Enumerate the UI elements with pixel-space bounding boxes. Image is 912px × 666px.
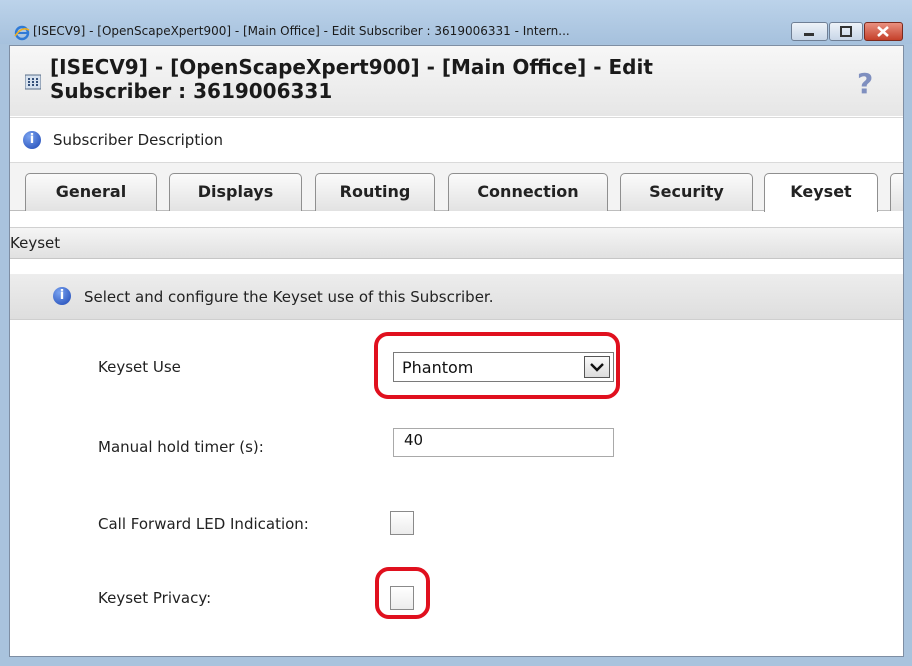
tab-connection[interactable]: Connection	[448, 173, 608, 211]
description-bar: i Subscriber Description	[10, 117, 903, 163]
highlight-keyset-privacy	[375, 567, 430, 619]
description-label: Subscriber Description	[53, 131, 224, 149]
tab-security[interactable]: Security	[620, 173, 753, 211]
page-title: [ISECV9] - [OpenScapeXpert900] - [Main O…	[50, 55, 653, 103]
help-button[interactable]: ?	[857, 67, 873, 100]
close-button[interactable]	[864, 22, 903, 41]
section-header: Keyset	[10, 227, 903, 259]
maximize-button[interactable]	[829, 22, 863, 41]
manual-hold-timer-label: Manual hold timer (s):	[98, 438, 264, 456]
internet-explorer-icon	[14, 25, 30, 41]
dialog-content: [ISECV9] - [OpenScapeXpert900] - [Main O…	[9, 45, 904, 657]
tab-general[interactable]: General	[25, 173, 157, 211]
manual-hold-timer-value: 40	[404, 431, 424, 449]
window-title: [ISECV9] - [OpenScapeXpert900] - [Main O…	[33, 24, 570, 38]
call-forward-led-label: Call Forward LED Indication:	[98, 515, 309, 533]
browser-window: [ISECV9] - [OpenScapeXpert900] - [Main O…	[0, 0, 912, 666]
tab-routing[interactable]: Routing	[315, 173, 435, 211]
info-icon: i	[23, 131, 41, 149]
dialog-header: [ISECV9] - [OpenScapeXpert900] - [Main O…	[10, 46, 903, 116]
title-bar: [ISECV9] - [OpenScapeXpert900] - [Main O…	[0, 0, 912, 44]
manual-hold-timer-input[interactable]: 40	[393, 428, 614, 457]
tab-more[interactable]	[890, 173, 903, 211]
minimize-button[interactable]	[791, 22, 828, 41]
info-text: Select and configure the Keyset use of t…	[84, 288, 494, 306]
maximize-icon	[840, 26, 852, 37]
tab-keyset[interactable]: Keyset	[764, 173, 878, 212]
info-icon: i	[53, 287, 71, 305]
close-icon	[877, 26, 889, 37]
info-bar: i Select and configure the Keyset use of…	[10, 274, 903, 320]
highlight-keyset-use	[374, 332, 620, 399]
tab-displays[interactable]: Displays	[169, 173, 302, 211]
tab-bar: General Displays Routing Connection Secu…	[10, 163, 903, 212]
call-forward-led-checkbox[interactable]	[390, 511, 414, 535]
keyset-privacy-label: Keyset Privacy:	[98, 589, 212, 607]
minimize-icon	[804, 33, 814, 36]
keypad-icon	[25, 74, 41, 90]
section-title: Keyset	[10, 234, 61, 252]
keyset-use-label: Keyset Use	[98, 358, 181, 376]
